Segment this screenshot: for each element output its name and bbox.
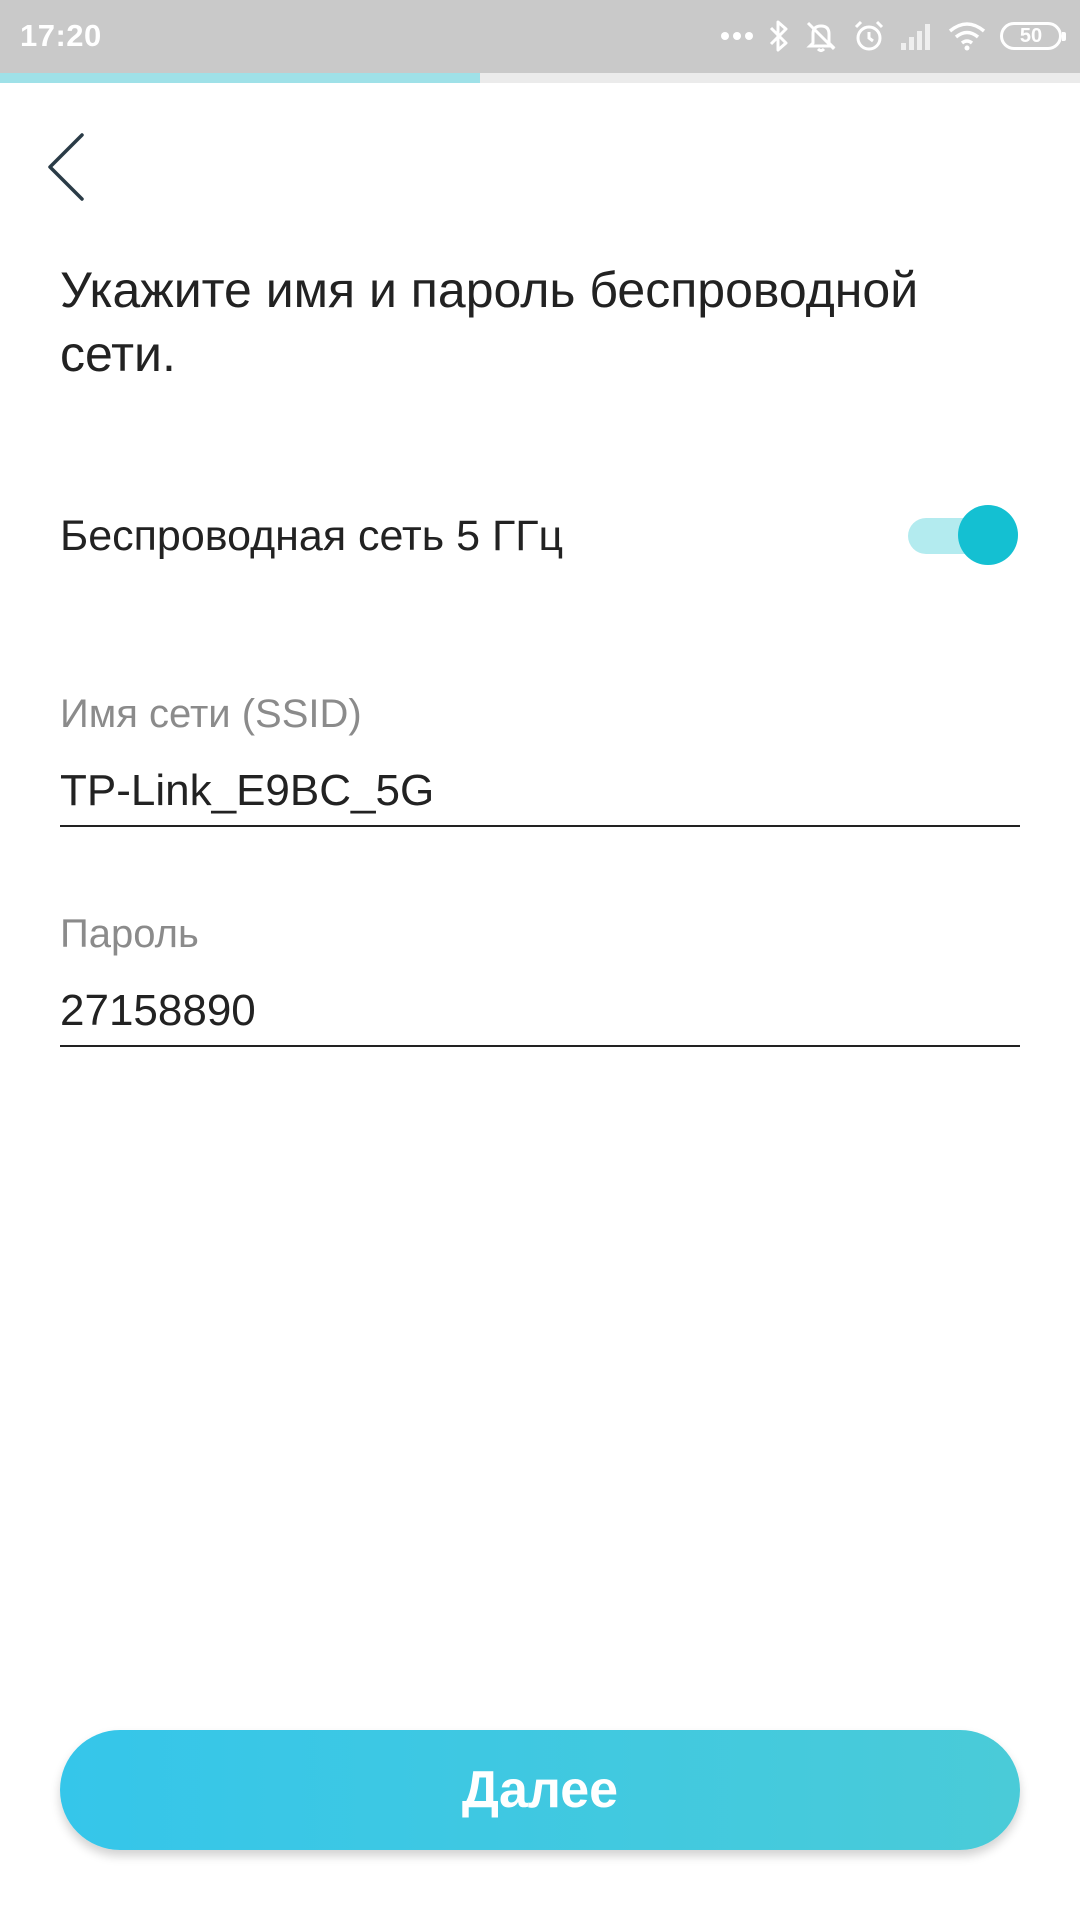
signal-icon [900,21,934,51]
mute-icon [804,19,838,53]
wireless-5ghz-toggle[interactable] [906,505,1018,565]
password-label: Пароль [60,912,199,956]
ssid-input[interactable] [60,757,1020,827]
wifi-icon [948,21,986,51]
chevron-left-icon [46,132,86,207]
progress-fill [0,73,480,83]
password-input[interactable] [60,977,1020,1047]
battery-level: 50 [1019,24,1043,47]
page-title: Укажите имя и пароль беспроводной сети. [60,262,919,382]
screen: 17:20 50 Укажите имя и пароль беспроводн… [0,0,1080,1920]
back-button[interactable] [46,124,116,214]
more-dots-icon [720,31,754,41]
status-bar: 17:20 50 [0,0,1080,73]
next-button[interactable]: Далее [60,1730,1020,1850]
progress-bar [0,73,1080,83]
ssid-label: Имя сети (SSID) [60,692,362,736]
battery-icon: 50 [1000,22,1066,50]
toggle-knob [958,505,1018,565]
status-time: 17:20 [20,18,102,53]
alarm-icon [852,19,886,53]
wireless-5ghz-label: Беспроводная сеть 5 ГГц [60,512,564,560]
bluetooth-icon [768,19,790,53]
status-icons: 50 [720,14,1066,58]
